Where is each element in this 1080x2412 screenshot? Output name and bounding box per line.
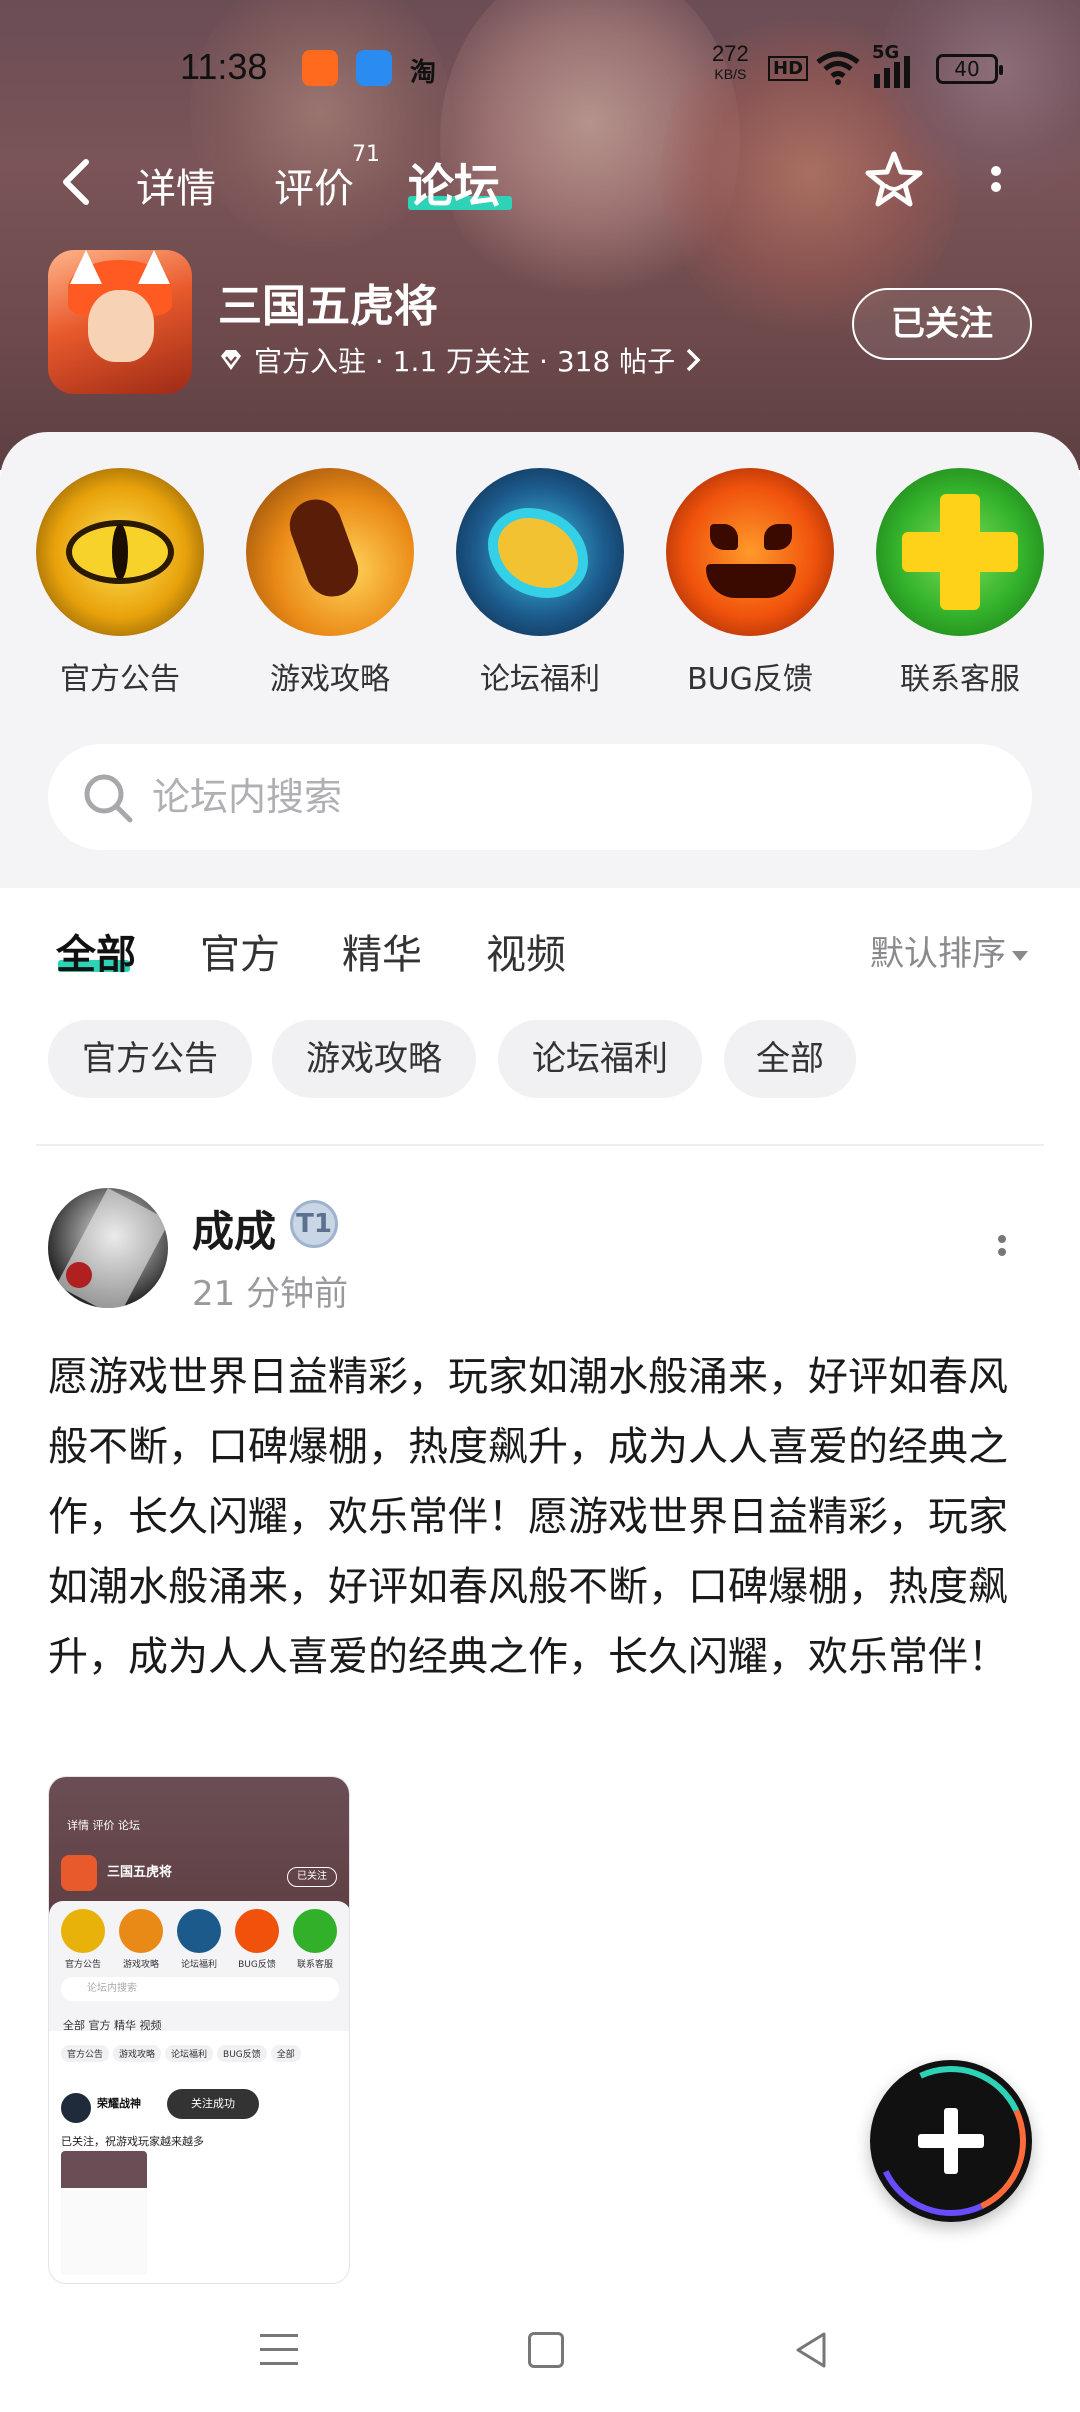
thumb-cat-icon <box>119 1909 163 1953</box>
battery-icon: 40 <box>936 54 1003 84</box>
post-body[interactable]: 愿游戏世界日益精彩，玩家如潮水般涌来，好评如春风般不断，口碑爆棚，热度飙升，成为… <box>48 1342 1038 1692</box>
system-nav-bar <box>0 2290 1080 2412</box>
thumb-follow: 已关注 <box>287 1867 337 1887</box>
game-meta[interactable]: 官方入驻 · 1.1 万关注 · 318 帖子 <box>218 340 701 380</box>
signal-icon <box>874 56 910 88</box>
category-official-notice[interactable]: 官方公告 <box>35 468 205 698</box>
plus-cross-icon <box>876 468 1044 636</box>
review-count-badge: 71 <box>352 142 380 167</box>
category-forum-welfare[interactable]: 论坛福利 <box>455 468 625 698</box>
thumb-cat-icon <box>61 1909 105 1953</box>
thumb-text: 已关注，祝游戏玩家越来越多 <box>61 2135 204 2148</box>
chip-all[interactable]: 全部 <box>724 1020 856 1098</box>
tab-review[interactable]: 评价 <box>274 156 354 214</box>
status-time: 11:38 <box>180 46 268 87</box>
recent-apps-icon[interactable] <box>260 2334 298 2368</box>
chip-forum-welfare[interactable]: 论坛福利 <box>498 1020 702 1098</box>
thumb-cat-label: 联系客服 <box>296 1960 333 1970</box>
category-label: 论坛福利 <box>480 662 600 697</box>
wifi-icon <box>816 51 860 85</box>
category-label: 联系客服 <box>900 662 1020 697</box>
fist-icon <box>246 468 414 636</box>
follow-button[interactable]: 已关注 <box>852 288 1032 360</box>
category-game-guide[interactable]: 游戏攻略 <box>245 468 415 698</box>
category-label: BUG反馈 <box>687 662 813 697</box>
thumb-cat-icon <box>293 1909 337 1953</box>
taobao-icon: 淘 <box>410 58 437 88</box>
thumb-chips: 官方公告 游戏攻略 论坛福利 BUG反馈 全部 <box>61 2045 305 2062</box>
post-more-icon[interactable] <box>994 1230 1010 1270</box>
hd-icon: HD <box>768 56 809 81</box>
category-bug-feedback[interactable]: BUG反馈 <box>665 468 835 698</box>
telegram-icon <box>356 50 392 86</box>
search-icon <box>84 774 133 823</box>
avatar[interactable] <box>48 1188 168 1308</box>
category-label: 官方公告 <box>60 662 180 697</box>
game-app-icon[interactable] <box>48 250 192 394</box>
thumb-cat-icon <box>177 1909 221 1953</box>
tab-detail[interactable]: 详情 <box>136 156 216 214</box>
network-rate: 272 KB/S <box>712 41 749 84</box>
network-rate-unit: KB/S <box>714 66 747 82</box>
thumb-tabs: 详情 评价 论坛 <box>67 1819 140 1832</box>
pumpkin-icon <box>666 468 834 636</box>
thumb-toast: 关注成功 <box>167 2089 259 2119</box>
network-rate-value: 272 <box>712 41 749 66</box>
thumb-filter-tabs: 全部 官方 精华 视频 <box>63 2019 162 2032</box>
thumb-game-icon <box>61 1855 97 1891</box>
forum-search-bar[interactable] <box>48 744 1032 850</box>
search-input[interactable] <box>152 764 992 830</box>
thumb-avatar <box>61 2093 91 2123</box>
post-time: 21 分钟前 <box>192 1274 349 1314</box>
thumb-user: 荣耀战神 <box>97 2097 141 2110</box>
filter-tab-featured[interactable]: 精华 <box>342 922 422 980</box>
chevron-right-icon <box>686 348 701 372</box>
thumb-cat-icon <box>235 1909 279 1953</box>
thumb-mini-screenshot <box>61 2151 147 2275</box>
post-author[interactable]: 成成 <box>192 1198 276 1259</box>
game-title: 三国五虎将 <box>218 281 438 332</box>
filter-tab-all[interactable]: 全部 <box>56 922 136 980</box>
thumb-cat-label: BUG反馈 <box>238 1960 276 1970</box>
favorite-star-icon[interactable] <box>862 148 926 212</box>
category-label: 游戏攻略 <box>270 662 390 697</box>
thumb-cat-label: 游戏攻略 <box>122 1960 159 1970</box>
eye-icon <box>36 468 204 636</box>
thumb-search: 论坛内搜索 <box>61 1977 339 2001</box>
notification-app-icon <box>302 50 338 86</box>
tab-forum[interactable]: 论坛 <box>408 150 500 216</box>
level-badge-icon: T1 <box>290 1200 338 1248</box>
thumb-title: 三国五虎将 <box>107 1865 173 1880</box>
back-icon[interactable] <box>56 158 96 206</box>
more-options-icon[interactable] <box>984 160 1008 204</box>
chip-game-guide[interactable]: 游戏攻略 <box>272 1020 476 1098</box>
home-icon[interactable] <box>528 2332 564 2368</box>
thumb-cat-label: 论坛福利 <box>180 1960 217 1970</box>
filter-tab-video[interactable]: 视频 <box>486 922 566 980</box>
system-back-icon[interactable] <box>792 2330 832 2370</box>
status-bar: 11:38 淘 272 KB/S HD 5G 40 <box>0 38 1080 98</box>
post-image-thumbnail[interactable]: 详情 评价 论坛 三国五虎将 已关注 官方公告 游戏攻略 论坛福利 BUG反馈 … <box>48 1776 350 2284</box>
caret-down-icon <box>1012 950 1028 961</box>
verified-diamond-icon <box>221 350 241 370</box>
game-meta-text: 官方入驻 · 1.1 万关注 · 318 帖子 <box>254 345 676 378</box>
category-customer-service[interactable]: 联系客服 <box>875 468 1045 698</box>
sort-label: 默认排序 <box>870 934 1006 974</box>
sort-dropdown[interactable]: 默认排序 <box>870 926 1028 975</box>
filter-tab-official[interactable]: 官方 <box>200 922 280 980</box>
thumb-cat-label: 官方公告 <box>64 1960 101 1970</box>
wave-icon <box>456 468 624 636</box>
chip-official-notice[interactable]: 官方公告 <box>48 1020 252 1098</box>
create-post-button[interactable] <box>854 2044 1048 2238</box>
divider <box>36 1144 1044 1146</box>
